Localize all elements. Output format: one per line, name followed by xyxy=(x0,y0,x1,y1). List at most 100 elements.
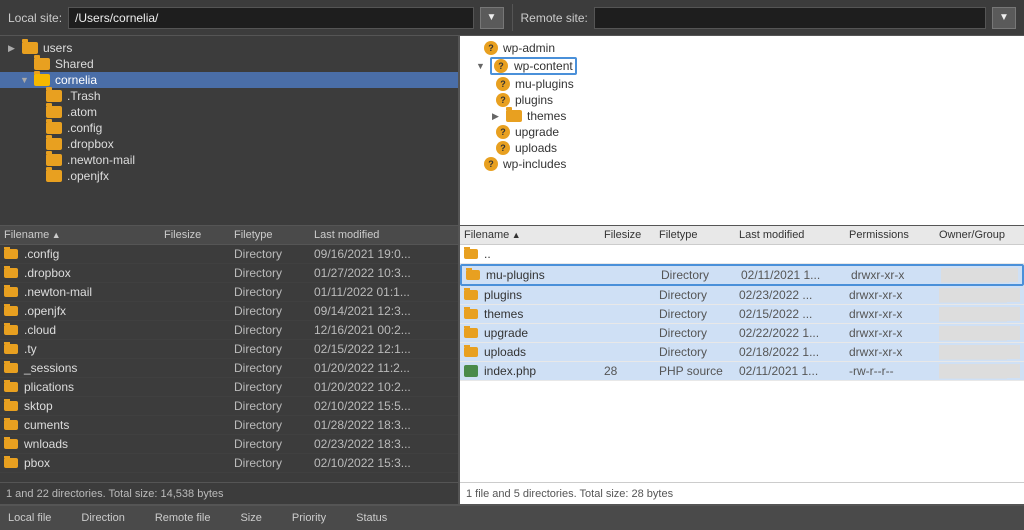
bottom-local-file: Local file xyxy=(8,512,51,524)
table-row[interactable]: cuments Directory 01/28/2022 18:3... xyxy=(0,416,458,435)
rth-perms[interactable]: Permissions xyxy=(849,229,939,241)
th-filesize[interactable]: Filesize xyxy=(164,229,234,241)
top-bar: Local site: ▼ Remote site: ▼ xyxy=(0,0,1024,36)
folder-icon xyxy=(34,74,50,86)
rth-modified[interactable]: Last modified xyxy=(739,229,849,241)
tree-arrow: ▶ xyxy=(8,43,20,54)
table-row[interactable]: .. xyxy=(460,245,1024,264)
table-row[interactable]: _sessions Directory 01/20/2022 11:2... xyxy=(0,359,458,378)
question-icon: ? xyxy=(484,157,498,171)
table-row[interactable]: uploads Directory 02/18/2022 1... drwxr-… xyxy=(460,343,1024,362)
local-path-dropdown[interactable]: ▼ xyxy=(480,7,504,29)
rtd-filename: mu-plugins xyxy=(466,268,606,282)
folder-icon xyxy=(46,106,62,118)
th-modified[interactable]: Last modified xyxy=(314,229,454,241)
tree-item-trash[interactable]: .Trash xyxy=(0,88,458,104)
table-row[interactable]: themes Directory 02/15/2022 ... drwxr-xr… xyxy=(460,305,1024,324)
table-row[interactable]: upgrade Directory 02/22/2022 1... drwxr-… xyxy=(460,324,1024,343)
tree-item-wp-content[interactable]: ▼ ? wp-content xyxy=(460,56,1024,76)
td-filename: cuments xyxy=(4,418,164,432)
question-icon: ? xyxy=(496,93,510,107)
table-row[interactable]: wnloads Directory 02/23/2022 18:3... xyxy=(0,435,458,454)
tree-item-themes[interactable]: ▶ themes xyxy=(460,108,1024,124)
tree-label: wp-content xyxy=(514,59,573,73)
tree-item-upgrade[interactable]: ? upgrade xyxy=(460,124,1024,140)
tree-item-atom[interactable]: .atom xyxy=(0,104,458,120)
table-row[interactable]: pbox Directory 02/10/2022 15:3... xyxy=(0,454,458,473)
panel-left: ▶ users Shared ▼ cornelia .T xyxy=(0,36,460,504)
remote-tree[interactable]: ? wp-admin ▼ ? wp-content ? mu-plugins xyxy=(460,36,1024,226)
table-row[interactable]: .dropbox Directory 01/27/2022 10:3... xyxy=(0,264,458,283)
remote-status-bar: 1 file and 5 directories. Total size: 28… xyxy=(460,482,1024,504)
table-row[interactable]: .config Directory 09/16/2021 19:0... xyxy=(0,245,458,264)
remote-path-section: Remote site: ▼ xyxy=(513,0,1024,35)
th-filename[interactable]: Filename xyxy=(4,229,164,241)
remote-table-body[interactable]: .. mu-plugins xyxy=(460,245,1024,482)
folder-icon xyxy=(4,439,18,449)
folder-icon xyxy=(46,90,62,102)
rth-filetype[interactable]: Filetype xyxy=(659,229,739,241)
td-filename: pbox xyxy=(4,456,164,470)
tree-label: users xyxy=(43,41,72,55)
td-filename: plications xyxy=(4,380,164,394)
td-filename: .ty xyxy=(4,342,164,356)
local-path-input[interactable] xyxy=(68,7,473,29)
folder-icon xyxy=(464,309,478,319)
folder-icon xyxy=(46,122,62,134)
tree-item-newton[interactable]: .newton-mail xyxy=(0,152,458,168)
tree-item-wp-admin[interactable]: ? wp-admin xyxy=(460,40,1024,56)
bottom-priority: Priority xyxy=(292,512,326,524)
tree-item-cornelia[interactable]: ▼ cornelia xyxy=(0,72,458,88)
table-row[interactable]: .cloud Directory 12/16/2021 00:2... xyxy=(0,321,458,340)
table-row[interactable]: mu-plugins Directory 02/11/2021 1... drw… xyxy=(460,264,1024,286)
table-row[interactable]: .newton-mail Directory 01/11/2022 01:1..… xyxy=(0,283,458,302)
folder-icon xyxy=(464,347,478,357)
tree-label: .dropbox xyxy=(67,137,114,151)
tree-label: .atom xyxy=(67,105,97,119)
tree-item-wp-includes[interactable]: ? wp-includes xyxy=(460,156,1024,172)
bottom-status: Status xyxy=(356,512,387,524)
tree-arrow: ▶ xyxy=(492,111,504,122)
table-row[interactable]: .openjfx Directory 09/14/2021 12:3... xyxy=(0,302,458,321)
tree-item-mu-plugins[interactable]: ? mu-plugins xyxy=(460,76,1024,92)
tree-item-config[interactable]: .config xyxy=(0,120,458,136)
local-status-bar: 1 and 22 directories. Total size: 14,538… xyxy=(0,482,458,504)
tree-item-dropbox[interactable]: .dropbox xyxy=(0,136,458,152)
tree-label: upgrade xyxy=(515,125,559,139)
folder-icon xyxy=(4,420,18,430)
tree-item-plugins[interactable]: ? plugins xyxy=(460,92,1024,108)
table-row[interactable]: index.php 28 PHP source 02/11/2021 1... … xyxy=(460,362,1024,381)
question-icon: ? xyxy=(496,125,510,139)
folder-icon xyxy=(4,458,18,468)
table-row[interactable]: sktop Directory 02/10/2022 15:5... xyxy=(0,397,458,416)
local-table-body[interactable]: .config Directory 09/16/2021 19:0... .dr… xyxy=(0,245,458,482)
folder-icon xyxy=(464,290,478,300)
rth-filesize[interactable]: Filesize xyxy=(604,229,659,241)
remote-path-dropdown[interactable]: ▼ xyxy=(992,7,1016,29)
td-filename: .newton-mail xyxy=(4,285,164,299)
tree-label: .newton-mail xyxy=(67,153,135,167)
rtd-filename: uploads xyxy=(464,345,604,359)
tree-arrow: ▼ xyxy=(20,75,32,85)
table-row[interactable]: plications Directory 01/20/2022 10:2... xyxy=(0,378,458,397)
remote-table-header: Filename Filesize Filetype Last modified… xyxy=(460,226,1024,245)
local-tree[interactable]: ▶ users Shared ▼ cornelia .T xyxy=(0,36,458,226)
tree-label: cornelia xyxy=(55,73,97,87)
table-row[interactable]: plugins Directory 02/23/2022 ... drwxr-x… xyxy=(460,286,1024,305)
tree-item-shared[interactable]: Shared xyxy=(0,56,458,72)
tree-item-uploads[interactable]: ? uploads xyxy=(460,140,1024,156)
remote-path-input[interactable] xyxy=(594,7,986,29)
th-filetype[interactable]: Filetype xyxy=(234,229,314,241)
rtd-filename: index.php xyxy=(464,364,604,378)
panels: ▶ users Shared ▼ cornelia .T xyxy=(0,36,1024,504)
rth-filename[interactable]: Filename xyxy=(464,229,604,241)
folder-icon xyxy=(464,249,478,259)
remote-site-label: Remote site: xyxy=(521,11,588,25)
folder-icon xyxy=(4,249,18,259)
tree-item-users[interactable]: ▶ users xyxy=(0,40,458,56)
question-icon: ? xyxy=(484,41,498,55)
table-row[interactable]: .ty Directory 02/15/2022 12:1... xyxy=(0,340,458,359)
rth-owner[interactable]: Owner/Group xyxy=(939,229,1020,241)
folder-icon xyxy=(4,363,18,373)
tree-item-openjfx[interactable]: .openjfx xyxy=(0,168,458,184)
